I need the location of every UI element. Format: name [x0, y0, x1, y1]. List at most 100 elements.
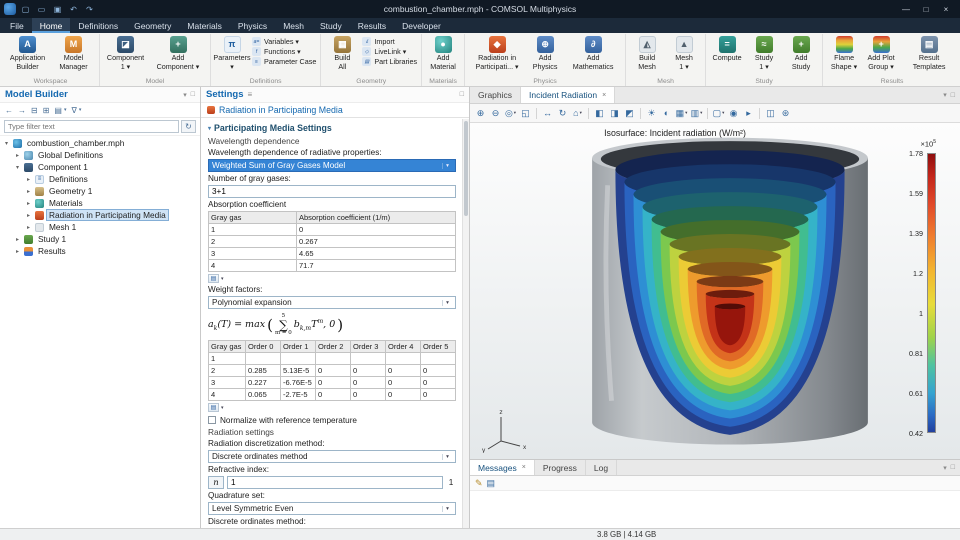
- select-icon[interactable]: ▢▾: [712, 106, 725, 120]
- add-plot-group-button[interactable]: + Add PlotGroup ▾: [863, 35, 899, 75]
- tree-item-geometry-1[interactable]: ▸ Geometry 1: [0, 185, 200, 197]
- go-to-default-view-icon[interactable]: ⌂▾: [571, 106, 584, 120]
- image-snapshot-icon[interactable]: ◉: [727, 106, 740, 120]
- refresh-icon[interactable]: ↻: [181, 120, 196, 133]
- variables-button[interactable]: a= Variables ▾: [252, 37, 316, 46]
- add-physics-button[interactable]: ⊕ AddPhysics: [527, 35, 563, 75]
- application-builder-button[interactable]: A ApplicationBuilder: [5, 35, 50, 75]
- panel-menu-icon[interactable]: ▾: [183, 91, 187, 99]
- chevron-down-icon[interactable]: ▾: [221, 276, 224, 282]
- chevron-down-icon[interactable]: ▾: [221, 405, 224, 411]
- menu-materials[interactable]: Materials: [179, 18, 229, 33]
- build-mesh-button[interactable]: ◭ BuildMesh: [629, 35, 665, 75]
- weight-factors-select[interactable]: Polynomial expansion ▾: [208, 296, 456, 309]
- add-mathematics-button[interactable]: ∂ AddMathematics: [564, 35, 622, 75]
- transparency-icon[interactable]: ◐: [660, 106, 673, 120]
- scene-light-icon[interactable]: ☀: [645, 106, 658, 120]
- zoom-extents-icon[interactable]: ◎▾: [504, 106, 517, 120]
- caret-right-icon[interactable]: ▸: [14, 248, 21, 255]
- flame-shape-button[interactable]: FlameShape ▾: [826, 35, 862, 75]
- component-button[interactable]: ◪ Component1 ▾: [103, 35, 148, 75]
- maximize-button[interactable]: □: [916, 0, 936, 18]
- plot-area[interactable]: Isosurface: Incident radiation (W/m²) ×1…: [470, 123, 960, 459]
- parameters-button[interactable]: π Parameters▾: [214, 35, 250, 75]
- tree-item-component-1[interactable]: ▾ Component 1: [0, 161, 200, 173]
- menu-home[interactable]: Home: [32, 18, 71, 33]
- wavelength-dependence-select[interactable]: Weighted Sum of Gray Gases Model ▾: [208, 159, 456, 172]
- tree-item-radiation-in-participating-media[interactable]: ▸ Radiation in Participating Media: [0, 209, 200, 221]
- popout-icon[interactable]: ◫: [764, 106, 777, 120]
- copy-messages-icon[interactable]: ▤: [487, 478, 496, 489]
- tree-item-materials[interactable]: ▸ Materials: [0, 197, 200, 209]
- tree-item-root[interactable]: ▾ combustion_chamber.mph: [0, 137, 200, 149]
- collapse-all-icon[interactable]: ⊟: [31, 106, 38, 115]
- plot-settings-icon[interactable]: ⊛: [779, 106, 792, 120]
- menu-developer[interactable]: Developer: [394, 18, 449, 33]
- panel-float-icon[interactable]: □: [951, 92, 955, 99]
- zoom-box-icon[interactable]: ◱: [519, 106, 532, 120]
- back-icon[interactable]: ←: [5, 106, 13, 115]
- discretization-select[interactable]: Discrete ordinates method ▾: [208, 450, 456, 463]
- menu-study[interactable]: Study: [312, 18, 350, 33]
- model-manager-button[interactable]: M ModelManager: [51, 35, 96, 75]
- caret-right-icon[interactable]: ▸: [14, 236, 21, 243]
- caret-right-icon[interactable]: ▸: [25, 224, 32, 231]
- view-xy-icon[interactable]: ◧: [593, 106, 606, 120]
- tree-item-results[interactable]: ▸ Results: [0, 245, 200, 257]
- tab-progress[interactable]: Progress: [535, 460, 586, 475]
- result-templates-button[interactable]: ▤ ResultTemplates: [900, 35, 958, 75]
- new-file-icon[interactable]: ▢: [19, 3, 32, 16]
- caret-right-icon[interactable]: ▸: [25, 188, 32, 195]
- filter-icon[interactable]: ∇: [71, 106, 76, 115]
- panel-float-icon[interactable]: □: [460, 91, 464, 98]
- zoom-out-icon[interactable]: ⊖: [489, 106, 502, 120]
- panel-menu-icon[interactable]: ▾: [943, 464, 947, 472]
- open-file-icon[interactable]: ▭: [35, 3, 48, 16]
- show-menu-icon[interactable]: ▤: [54, 106, 62, 115]
- panel-float-icon[interactable]: □: [951, 464, 955, 471]
- animate-icon[interactable]: ▸: [742, 106, 755, 120]
- view-zx-icon[interactable]: ◩: [623, 106, 636, 120]
- menu-mesh[interactable]: Mesh: [275, 18, 312, 33]
- undo-icon[interactable]: ↶: [67, 3, 80, 16]
- gray-gases-input[interactable]: [208, 185, 456, 198]
- quadrature-set-select[interactable]: Level Symmetric Even ▾: [208, 502, 456, 515]
- settings-menu-icon[interactable]: ≡: [247, 90, 252, 99]
- close-button[interactable]: ×: [936, 0, 956, 18]
- panel-menu-icon[interactable]: ▾: [943, 91, 947, 99]
- minimize-button[interactable]: —: [896, 0, 916, 18]
- tab-graphics[interactable]: Graphics: [470, 87, 521, 103]
- menu-definitions[interactable]: Definitions: [70, 18, 126, 33]
- menu-physics[interactable]: Physics: [230, 18, 275, 33]
- save-table-icon[interactable]: ▤: [208, 274, 219, 283]
- import-button[interactable]: ⇓ Import: [362, 37, 417, 46]
- tab-incident-radiation[interactable]: Incident Radiation ×: [521, 87, 615, 103]
- view-yz-icon[interactable]: ◨: [608, 106, 621, 120]
- mesh-1-button[interactable]: ▲ Mesh1 ▾: [666, 35, 702, 75]
- save-icon[interactable]: ▣: [51, 3, 64, 16]
- panel-float-icon[interactable]: □: [191, 91, 195, 98]
- functions-button[interactable]: f Functions ▾: [252, 47, 316, 56]
- tree-filter-input[interactable]: [4, 120, 179, 133]
- expand-all-icon[interactable]: ⊞: [43, 106, 50, 115]
- caret-right-icon[interactable]: ▸: [25, 212, 32, 219]
- parameter-case-button[interactable]: ≡ Parameter Case: [252, 57, 316, 66]
- tab-log[interactable]: Log: [586, 460, 617, 475]
- settings-scrollbar[interactable]: [462, 119, 469, 528]
- refractive-index-input[interactable]: [227, 476, 443, 489]
- redo-icon[interactable]: ↷: [83, 3, 96, 16]
- close-tab-icon[interactable]: ×: [522, 464, 526, 471]
- tree-item-definitions[interactable]: ▸ ≡ Definitions: [0, 173, 200, 185]
- build-all-button[interactable]: ▦ BuildAll: [324, 35, 360, 75]
- caret-right-icon[interactable]: ▸: [25, 200, 32, 207]
- study-1-button[interactable]: ≈ Study1 ▾: [746, 35, 782, 75]
- livelink-button[interactable]: ◇ LiveLink ▾: [362, 47, 417, 56]
- tree-item-global-definitions[interactable]: ▸ Global Definitions: [0, 149, 200, 161]
- caret-down-icon[interactable]: ▾: [3, 140, 10, 147]
- menu-geometry[interactable]: Geometry: [126, 18, 179, 33]
- rotate-icon[interactable]: ↻: [556, 106, 569, 120]
- add-material-button[interactable]: ● AddMaterial: [425, 35, 461, 75]
- tab-messages[interactable]: Messages ×: [470, 460, 535, 475]
- menu-file[interactable]: File: [2, 18, 32, 33]
- section-participating-media-settings[interactable]: ▾ Participating Media Settings: [208, 122, 456, 134]
